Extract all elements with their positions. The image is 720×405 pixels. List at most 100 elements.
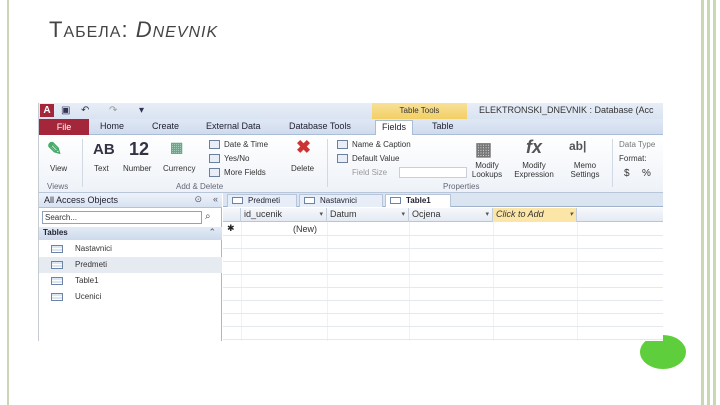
column-header-click-to-add[interactable]: Click to Add ▾ xyxy=(493,208,577,222)
default-value-icon xyxy=(337,154,348,163)
properties-group-label: Properties xyxy=(443,182,480,191)
table-icon xyxy=(390,197,401,204)
more-fields-button[interactable]: More Fields xyxy=(224,168,266,177)
column-header-ocjena[interactable]: Ocjena ▾ xyxy=(409,208,493,222)
currency-field-button[interactable]: Currency xyxy=(163,164,195,173)
tab-external-data[interactable]: External Data xyxy=(206,121,261,131)
views-group-label: Views xyxy=(47,182,69,191)
tab-table[interactable]: Table xyxy=(432,121,454,131)
dropdown-arrow-icon: ▾ xyxy=(319,211,323,218)
slide-title: TАБЕЛА: DNEVNIK xyxy=(49,17,219,42)
add-delete-group-label: Add & Delete xyxy=(176,182,224,191)
search-icon[interactable]: ⌕ xyxy=(205,211,211,222)
text-field-icon[interactable]: AB xyxy=(93,141,115,158)
data-type-label: Data Type xyxy=(619,140,656,149)
date-time-button[interactable]: Date & Time xyxy=(224,140,268,149)
new-record-value: (New) xyxy=(293,224,317,234)
save-icon[interactable]: ▣ xyxy=(61,105,70,117)
tab-database-tools[interactable]: Database Tools xyxy=(289,121,351,131)
navigation-pane: All Access Objects ⊙ « Search... ⌕ Table… xyxy=(39,193,222,341)
doc-tab-predmeti[interactable]: Predmeti xyxy=(227,194,297,207)
nav-item-ucenici[interactable]: Ucenici xyxy=(39,289,222,305)
ribbon: ✎ View Views AB Text 12 Number ▦ Currenc… xyxy=(39,135,663,193)
field-size-label: Field Size xyxy=(352,168,388,177)
text-field-button[interactable]: Text xyxy=(94,164,109,173)
nav-item-label: Ucenici xyxy=(75,292,102,301)
tab-create[interactable]: Create xyxy=(152,121,179,131)
table-row xyxy=(223,314,663,327)
group-separator xyxy=(82,139,83,187)
nav-item-label: Table1 xyxy=(75,276,99,285)
view-icon[interactable]: ✎ xyxy=(47,139,62,160)
name-caption-button[interactable]: Name & Caption xyxy=(352,140,411,149)
table-icon xyxy=(51,261,63,269)
currency-icon[interactable]: ▦ xyxy=(170,139,183,156)
shutter-bar-icon[interactable]: « xyxy=(213,194,218,204)
table-row xyxy=(223,288,663,301)
column-header-datum[interactable]: Datum ▾ xyxy=(327,208,409,222)
new-record-marker: ✱ xyxy=(227,223,235,233)
nav-item-predmeti[interactable]: Predmeti xyxy=(39,257,222,273)
table-icon xyxy=(51,245,63,253)
field-size-input[interactable] xyxy=(399,167,467,178)
right-border-line xyxy=(713,0,716,405)
quick-access-toolbar: A ▣ ↶ ↷ ▾ Table Tools ELEKTRONSKI_DNEVNI… xyxy=(39,103,663,119)
customize-qat-icon[interactable]: ▾ xyxy=(139,105,144,117)
undo-icon[interactable]: ↶ xyxy=(81,105,89,117)
table-tools-context-tab: Table Tools xyxy=(372,103,467,119)
yes-no-button[interactable]: Yes/No xyxy=(224,154,250,163)
calendar-icon xyxy=(209,140,220,149)
column-header-id-ucenik[interactable]: id_ucenik ▾ xyxy=(241,208,327,222)
view-button[interactable]: View xyxy=(50,164,67,173)
table-icon xyxy=(304,197,315,204)
window-title: ELEKTRONSKI_DNEVNIK : Database (Acc xyxy=(479,105,654,115)
modify-expression-icon[interactable]: fx xyxy=(526,137,542,158)
checkbox-icon xyxy=(209,154,220,163)
table-row xyxy=(223,262,663,275)
nav-menu-icon[interactable]: ⊙ xyxy=(194,194,202,205)
modify-lookups-button[interactable]: Modify Lookups xyxy=(467,161,507,179)
redo-icon[interactable]: ↷ xyxy=(109,105,117,117)
search-input[interactable]: Search... xyxy=(42,211,202,224)
percent-format-button[interactable]: % xyxy=(642,168,651,179)
modify-lookups-icon[interactable]: ▦ xyxy=(475,139,492,160)
currency-format-button[interactable]: $ xyxy=(624,168,630,179)
number-field-icon[interactable]: 12 xyxy=(129,139,149,160)
nav-group-tables[interactable]: Tables ⌃ xyxy=(39,227,222,240)
doc-tab-table1[interactable]: Table1 xyxy=(385,194,451,207)
dropdown-arrow-icon: ▾ xyxy=(401,211,405,218)
select-all-corner[interactable] xyxy=(223,208,241,222)
modify-expression-button[interactable]: Modify Expression xyxy=(509,161,559,179)
doc-tab-nastavnici[interactable]: Nastavnici xyxy=(299,194,383,207)
format-label: Format: xyxy=(619,154,647,163)
tab-file[interactable]: File xyxy=(39,119,89,135)
table-row xyxy=(223,301,663,314)
nav-item-nastavnici[interactable]: Nastavnici xyxy=(39,241,222,257)
tab-fields[interactable]: Fields xyxy=(375,120,414,135)
new-record-row[interactable]: ✱ (New) xyxy=(223,223,663,236)
group-separator xyxy=(327,139,328,187)
name-caption-icon xyxy=(337,140,348,149)
more-fields-icon xyxy=(209,168,220,177)
memo-settings-icon[interactable]: ab| xyxy=(569,139,586,153)
table-icon xyxy=(51,293,63,301)
table-icon xyxy=(232,197,243,204)
tab-home[interactable]: Home xyxy=(100,121,124,131)
nav-pane-header[interactable]: All Access Objects ⊙ « xyxy=(39,193,222,208)
dropdown-arrow-icon: ▾ xyxy=(485,211,489,218)
document-area: Predmeti Nastavnici Table1 id_ucenik ▾ Da… xyxy=(223,193,663,341)
delete-field-icon[interactable]: ✖ xyxy=(296,137,311,158)
dropdown-arrow-icon: ▾ xyxy=(569,211,573,218)
number-field-button[interactable]: Number xyxy=(123,164,151,173)
nav-item-table1[interactable]: Table1 xyxy=(39,273,222,289)
default-value-button[interactable]: Default Value xyxy=(352,154,399,163)
group-separator xyxy=(612,139,613,187)
nav-item-label: Predmeti xyxy=(75,260,108,269)
collapse-icon[interactable]: ⌃ xyxy=(208,227,216,238)
left-border-line xyxy=(7,0,9,405)
delete-field-button[interactable]: Delete xyxy=(291,164,314,173)
memo-settings-button[interactable]: Memo Settings xyxy=(560,161,610,179)
right-border-line xyxy=(707,0,710,405)
access-app-icon[interactable]: A xyxy=(40,104,54,117)
ribbon-tabs: File Home Create External Data Database … xyxy=(39,119,663,135)
